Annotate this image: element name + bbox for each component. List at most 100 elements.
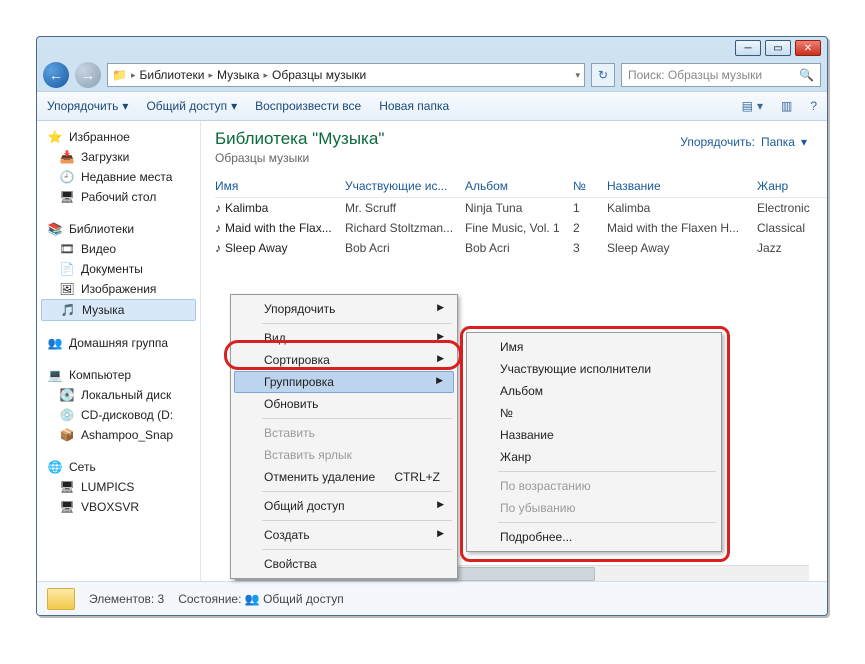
menu-sort[interactable]: Сортировка▶	[234, 349, 454, 371]
downloads-icon: 📥	[59, 149, 75, 165]
share-icon: 👥	[245, 592, 260, 606]
play-all-button[interactable]: Воспроизвести все	[255, 99, 361, 113]
col-title[interactable]: Название	[607, 179, 757, 193]
menu-refresh[interactable]: Обновить	[234, 393, 454, 415]
maximize-button[interactable]: ▭	[765, 40, 791, 56]
col-artist[interactable]: Участвующие ис...	[345, 179, 465, 193]
network-icon: 🌐	[47, 459, 63, 475]
status-count: Элементов: 3	[89, 592, 164, 606]
chevron-right-icon: ▸	[131, 70, 136, 81]
refresh-button[interactable]: ↻	[591, 63, 615, 87]
library-title: Библиотека "Музыка"	[215, 129, 384, 149]
video-icon: 🎞	[59, 241, 75, 257]
file-list: ♪ KalimbaMr. ScruffNinja Tuna1KalimbaEle…	[215, 198, 827, 258]
menu-share[interactable]: Общий доступ▶	[234, 495, 454, 517]
col-album[interactable]: Альбом	[465, 179, 573, 193]
desktop-icon: 🖥	[59, 189, 75, 205]
help-button[interactable]: ?	[810, 99, 817, 113]
minimize-button[interactable]: ─	[735, 40, 761, 56]
star-icon: ⭐	[47, 129, 63, 145]
sidebar-item-cddrive[interactable]: 💿CD-дисковод (D:	[37, 405, 200, 425]
file-row[interactable]: ♪ KalimbaMr. ScruffNinja Tuna1KalimbaEle…	[215, 198, 827, 218]
file-row[interactable]: ♪ Sleep AwayBob AcriBob Acri3Sleep AwayJ…	[215, 238, 827, 258]
sidebar-item-ashampoo[interactable]: 📦Ashampoo_Snap	[37, 425, 200, 445]
folder-icon: 📁	[112, 68, 127, 82]
disk-icon: 💽	[59, 387, 75, 403]
sidebar-item-music[interactable]: 🎵Музыка	[41, 299, 196, 321]
forward-button[interactable]: →	[75, 62, 101, 88]
sub-genre[interactable]: Жанр	[470, 446, 718, 468]
sidebar-computer-head[interactable]: 💻Компьютер	[37, 365, 200, 385]
sidebar-libraries-head[interactable]: 📚Библиотеки	[37, 219, 200, 239]
library-icon: 📚	[47, 221, 63, 237]
menu-undo[interactable]: Отменить удалениеCTRL+Z	[234, 466, 454, 488]
sidebar-item-lumpics[interactable]: 🖥LUMPICS	[37, 477, 200, 497]
menu-group[interactable]: Группировка▶	[234, 371, 454, 393]
breadcrumb-segment[interactable]: Образцы музыки	[272, 68, 366, 82]
chevron-down-icon[interactable]: ▾	[575, 70, 580, 81]
sub-album[interactable]: Альбом	[470, 380, 718, 402]
context-menu: Упорядочить▶ Вид▶ Сортировка▶ Группировк…	[230, 294, 458, 579]
sub-more[interactable]: Подробнее...	[470, 526, 718, 548]
document-icon: 📄	[59, 261, 75, 277]
package-icon: 📦	[59, 427, 75, 443]
homegroup-icon: 👥	[47, 335, 63, 351]
sidebar-item-vboxsvr[interactable]: 🖥VBOXSVR	[37, 497, 200, 517]
arrange-by[interactable]: Упорядочить: Папка ▾	[680, 135, 807, 149]
computer-icon: 💻	[47, 367, 63, 383]
breadcrumb-segment[interactable]: Библиотеки	[139, 68, 204, 82]
menu-view[interactable]: Вид▶	[234, 327, 454, 349]
sidebar-item-video[interactable]: 🎞Видео	[37, 239, 200, 259]
status-state: Состояние: 👥 Общий доступ	[178, 592, 343, 606]
sub-desc: По убыванию	[470, 497, 718, 519]
close-button[interactable]: ✕	[795, 40, 821, 56]
pc-icon: 🖥	[59, 479, 75, 495]
pc-icon: 🖥	[59, 499, 75, 515]
sidebar-item-documents[interactable]: 📄Документы	[37, 259, 200, 279]
menu-arrange[interactable]: Упорядочить▶	[234, 298, 454, 320]
chevron-right-icon: ▸	[209, 70, 214, 81]
share-button[interactable]: Общий доступ ▾	[146, 99, 237, 113]
column-headers: Имя Участвующие ис... Альбом № Название …	[215, 179, 827, 198]
chevron-right-icon: ▸	[263, 70, 268, 81]
sidebar-item-localdisk[interactable]: 💽Локальный диск	[37, 385, 200, 405]
organize-button[interactable]: Упорядочить ▾	[47, 99, 128, 113]
image-icon: 🖼	[59, 281, 75, 297]
breadcrumb-segment[interactable]: Музыка	[217, 68, 259, 82]
new-folder-button[interactable]: Новая папка	[379, 99, 449, 113]
folder-icon	[47, 588, 75, 610]
music-file-icon: ♪	[215, 241, 221, 255]
sidebar-item-desktop[interactable]: 🖥Рабочий стол	[37, 187, 200, 207]
search-icon: 🔍	[799, 68, 814, 82]
search-placeholder: Поиск: Образцы музыки	[628, 68, 762, 82]
sub-name[interactable]: Имя	[470, 336, 718, 358]
back-button[interactable]: ←	[43, 62, 69, 88]
menu-props[interactable]: Свойства	[234, 553, 454, 575]
preview-pane-button[interactable]: ▥	[781, 99, 792, 113]
context-submenu: Имя Участвующие исполнители Альбом № Наз…	[466, 332, 722, 552]
sidebar-item-downloads[interactable]: 📥Загрузки	[37, 147, 200, 167]
chevron-down-icon: ▾	[801, 135, 807, 149]
music-icon: 🎵	[60, 302, 76, 318]
col-genre[interactable]: Жанр	[757, 179, 827, 193]
sub-title[interactable]: Название	[470, 424, 718, 446]
sidebar-item-recent[interactable]: 🕘Недавние места	[37, 167, 200, 187]
view-mode-button[interactable]: ▤ ▾	[742, 99, 763, 113]
search-input[interactable]: Поиск: Образцы музыки 🔍	[621, 63, 821, 87]
command-bar: Упорядочить ▾ Общий доступ ▾ Воспроизвес…	[37, 91, 827, 121]
sub-artists[interactable]: Участвующие исполнители	[470, 358, 718, 380]
sidebar-homegroup-head[interactable]: 👥Домашняя группа	[37, 333, 200, 353]
nav-bar: ← → 📁 ▸ Библиотеки ▸ Музыка ▸ Образцы му…	[37, 59, 827, 91]
file-row[interactable]: ♪ Maid with the Flax...Richard Stoltzman…	[215, 218, 827, 238]
menu-create[interactable]: Создать▶	[234, 524, 454, 546]
sidebar-item-images[interactable]: 🖼Изображения	[37, 279, 200, 299]
sidebar-favorites-head[interactable]: ⭐Избранное	[37, 127, 200, 147]
music-file-icon: ♪	[215, 201, 221, 215]
col-num[interactable]: №	[573, 179, 607, 193]
col-name[interactable]: Имя	[215, 179, 345, 193]
menu-paste-link: Вставить ярлык	[234, 444, 454, 466]
library-subtitle: Образцы музыки	[215, 151, 384, 165]
address-bar[interactable]: 📁 ▸ Библиотеки ▸ Музыка ▸ Образцы музыки…	[107, 63, 585, 87]
sub-num[interactable]: №	[470, 402, 718, 424]
sidebar-network-head[interactable]: 🌐Сеть	[37, 457, 200, 477]
